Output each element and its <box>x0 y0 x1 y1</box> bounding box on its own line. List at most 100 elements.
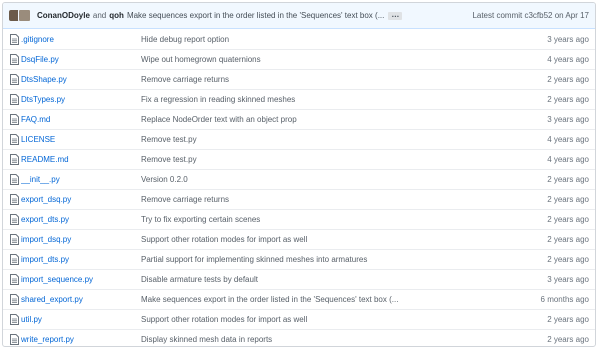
file-commit-age: 2 years ago <box>547 315 589 324</box>
table-row: .gitignore Hide debug report option 3 year… <box>3 29 595 49</box>
file-name-link[interactable]: FAQ.md <box>21 115 141 124</box>
commit-sha-link[interactable]: c3cfb52 <box>524 11 552 20</box>
file-commit-message-link[interactable]: Support other rotation modes for import … <box>141 315 479 324</box>
file-commit-message-link[interactable]: Try to fix exporting certain scenes <box>141 215 479 224</box>
file-commit-message-link[interactable]: Remove test.py <box>141 135 479 144</box>
file-commit-age: 6 months ago <box>540 295 589 304</box>
file-commit-age: 2 years ago <box>547 195 589 204</box>
file-commit-message-link[interactable]: Remove test.py <box>141 155 479 164</box>
table-row: DtsTypes.py Fix a regression in reading s… <box>3 89 595 109</box>
file-icon <box>7 234 21 245</box>
file-name-link[interactable]: .gitignore <box>21 35 141 44</box>
file-name-link[interactable]: __init__.py <box>21 175 141 184</box>
file-commit-age: 2 years ago <box>547 215 589 224</box>
latest-commit-bar: ConanODoyle and qoh Make sequences expor… <box>3 3 595 29</box>
file-name-text[interactable]: FAQ.md <box>21 115 50 124</box>
file-commit-age: 4 years ago <box>547 155 589 164</box>
commit-on-text: on <box>554 11 564 20</box>
file-name-link[interactable]: util.py <box>21 315 141 324</box>
file-name-text[interactable]: .gitignore <box>21 35 54 44</box>
file-commit-message-link[interactable]: Wipe out homegrown quaternions <box>141 55 479 64</box>
file-name-text[interactable]: export_dts.py <box>21 215 69 224</box>
file-name-text[interactable]: README.md <box>21 155 69 164</box>
table-row: write_report.py Display skinned mesh data… <box>3 329 595 346</box>
file-name-text[interactable]: import_dsq.py <box>21 235 71 244</box>
file-commit-age: 2 years ago <box>547 75 589 84</box>
file-commit-age: 4 years ago <box>547 55 589 64</box>
table-row: LICENSE Remove test.py 4 years ago <box>3 129 595 149</box>
file-commit-message-link[interactable]: Partial support for implementing skinned… <box>141 255 479 264</box>
commit-and-text: and <box>92 11 107 20</box>
file-icon <box>7 154 21 165</box>
file-icon <box>7 294 21 305</box>
file-name-text[interactable]: export_dsq.py <box>21 195 71 204</box>
file-name-text[interactable]: DsqFile.py <box>21 55 59 64</box>
file-commit-message-link[interactable]: Remove carriage returns <box>141 195 479 204</box>
file-icon <box>7 54 21 65</box>
commit-message-link[interactable]: Make sequences export in the order liste… <box>127 11 384 20</box>
file-name-link[interactable]: export_dts.py <box>21 215 141 224</box>
file-name-text[interactable]: write_report.py <box>21 335 74 344</box>
file-name-text[interactable]: LICENSE <box>21 135 55 144</box>
file-commit-message-link[interactable]: Display skinned mesh data in reports <box>141 335 479 344</box>
file-icon <box>7 214 21 225</box>
file-commit-age: 3 years ago <box>547 275 589 284</box>
expand-commit-message-button[interactable]: … <box>388 10 403 20</box>
file-commit-age: 3 years ago <box>547 115 589 124</box>
file-commit-age: 2 years ago <box>547 235 589 244</box>
file-name-link[interactable]: export_dsq.py <box>21 195 141 204</box>
file-icon <box>7 94 21 105</box>
file-name-link[interactable]: DtsTypes.py <box>21 95 141 104</box>
file-commit-message-link[interactable]: Replace NodeOrder text with an object pr… <box>141 115 479 124</box>
commit-coauthor-link[interactable]: qoh <box>109 11 124 20</box>
file-name-text[interactable]: import_dts.py <box>21 255 69 264</box>
commit-author-link[interactable]: ConanODoyle <box>37 11 90 20</box>
table-row: import_dts.py Partial support for impleme… <box>3 249 595 269</box>
file-name-link[interactable]: README.md <box>21 155 141 164</box>
file-name-text[interactable]: __init__.py <box>21 175 60 184</box>
file-commit-message-link[interactable]: Hide debug report option <box>141 35 479 44</box>
file-commit-age: 2 years ago <box>547 175 589 184</box>
file-name-link[interactable]: shared_export.py <box>21 295 141 304</box>
table-row: README.md Remove test.py 4 years ago <box>3 149 595 169</box>
file-name-link[interactable]: LICENSE <box>21 135 141 144</box>
file-commit-age: 4 years ago <box>547 135 589 144</box>
file-commit-age: 3 years ago <box>547 34 589 44</box>
file-icon <box>7 134 21 145</box>
table-row: DsqFile.py Wipe out homegrown quaternions… <box>3 49 595 69</box>
file-icon <box>7 314 21 325</box>
file-name-link[interactable]: DsqFile.py <box>21 55 141 64</box>
file-name-text[interactable]: shared_export.py <box>21 295 83 304</box>
latest-commit-info: Latest commit c3cfb52 on Apr 17 <box>472 11 589 20</box>
file-name-link[interactable]: write_report.py <box>21 335 141 344</box>
file-commit-message-link[interactable]: Support other rotation modes for import … <box>141 235 479 244</box>
file-name-text[interactable]: import_sequence.py <box>21 275 93 284</box>
file-name-text[interactable]: DtsShape.py <box>21 75 67 84</box>
file-icon <box>7 274 21 285</box>
avatar[interactable] <box>18 9 31 22</box>
commit-avatars[interactable] <box>9 9 31 22</box>
file-name-link[interactable]: import_dts.py <box>21 255 141 264</box>
file-commit-message-link[interactable]: Make sequences export in the order liste… <box>141 295 479 304</box>
commit-date: Apr 17 <box>565 11 589 20</box>
file-commit-message-link[interactable]: Fix a regression in reading skinned mesh… <box>141 95 479 104</box>
file-commit-message-link[interactable]: Version 0.2.0 <box>141 175 479 184</box>
table-row: util.py Support other rotation modes for … <box>3 309 595 329</box>
file-commit-message-link[interactable]: Disable armature tests by default <box>141 275 479 284</box>
file-name-text[interactable]: util.py <box>21 315 42 324</box>
file-icon <box>7 334 21 345</box>
file-commit-message-link[interactable]: Remove carriage returns <box>141 75 479 84</box>
file-icon <box>7 74 21 85</box>
file-commit-age: 2 years ago <box>547 255 589 264</box>
file-name-text[interactable]: DtsTypes.py <box>21 95 65 104</box>
file-list: .gitignore Hide debug report option 3 year… <box>3 29 595 346</box>
file-name-link[interactable]: DtsShape.py <box>21 75 141 84</box>
file-icon <box>7 254 21 265</box>
file-icon <box>7 174 21 185</box>
table-row: FAQ.md Replace NodeOrder text with an obj… <box>3 109 595 129</box>
file-name-link[interactable]: import_sequence.py <box>21 275 141 284</box>
file-icon <box>7 114 21 125</box>
file-icon <box>7 194 21 205</box>
file-name-link[interactable]: import_dsq.py <box>21 235 141 244</box>
table-row: import_sequence.py Disable armature tests… <box>3 269 595 289</box>
